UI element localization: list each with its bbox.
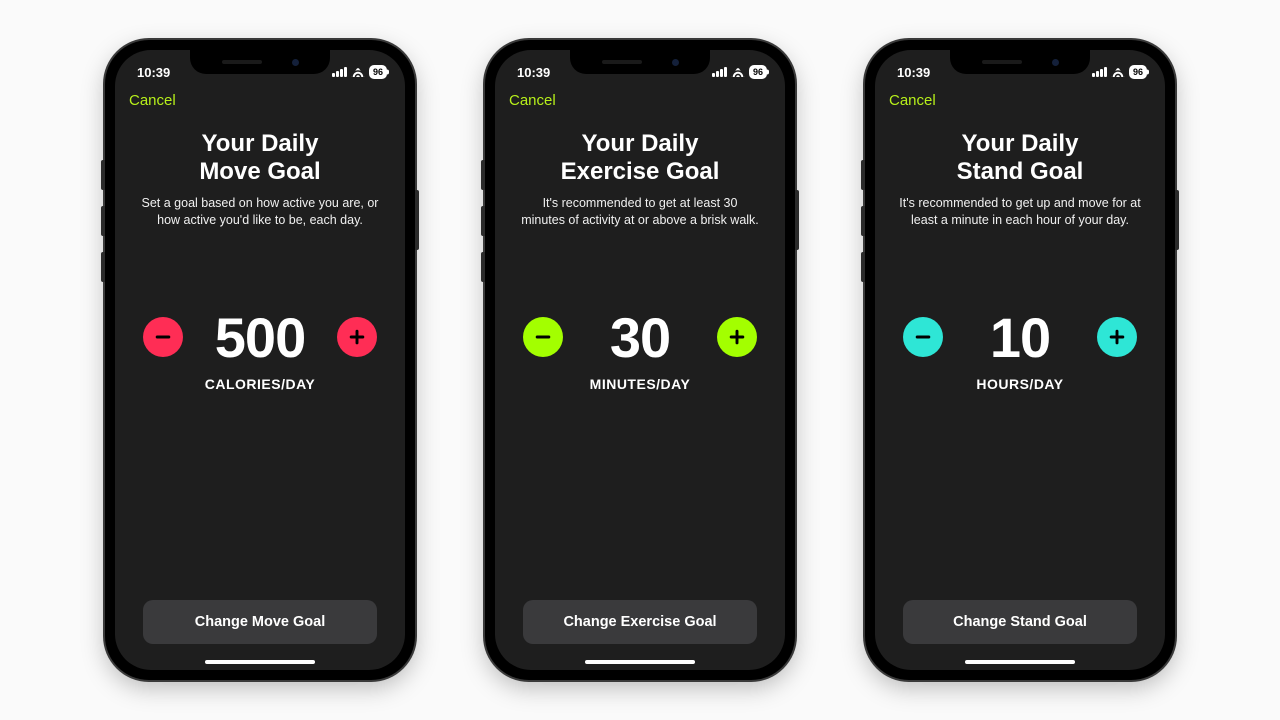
home-indicator[interactable]: [965, 660, 1075, 664]
increment-button[interactable]: [337, 317, 377, 357]
plus-icon: [347, 327, 367, 347]
decrement-button[interactable]: [523, 317, 563, 357]
notch: [950, 50, 1090, 74]
plus-icon: [727, 327, 747, 347]
goal-stepper: 30: [513, 305, 767, 370]
increment-button[interactable]: [717, 317, 757, 357]
decrement-button[interactable]: [143, 317, 183, 357]
wifi-icon: [731, 67, 745, 77]
home-indicator[interactable]: [205, 660, 315, 664]
screen: 10:39 96 Cancel Your Daily Stand Goal It…: [875, 50, 1165, 670]
phone-mockup: 10:39 96 Cancel Your Daily Stand Goal It…: [865, 40, 1175, 680]
decrement-button[interactable]: [903, 317, 943, 357]
screen: 10:39 96 Cancel Your Daily Exercise Goal…: [495, 50, 785, 670]
status-time: 10:39: [137, 65, 170, 80]
speaker-grille: [602, 60, 642, 64]
front-camera: [292, 59, 299, 66]
cancel-button[interactable]: Cancel: [129, 92, 176, 109]
content: Your Daily Move Goal Set a goal based on…: [115, 110, 405, 670]
speaker-grille: [982, 60, 1022, 64]
cancel-button[interactable]: Cancel: [509, 92, 556, 109]
wifi-icon: [1111, 67, 1125, 77]
status-time: 10:39: [897, 65, 930, 80]
cellular-icon: [332, 67, 347, 77]
battery-icon: 96: [369, 65, 387, 79]
cancel-button[interactable]: Cancel: [889, 92, 936, 109]
speaker-grille: [222, 60, 262, 64]
goal-unit: HOURS/DAY: [893, 376, 1147, 392]
minus-icon: [153, 327, 173, 347]
minus-icon: [913, 327, 933, 347]
screen: 10:39 96 Cancel Your Daily Move Goal Set…: [115, 50, 405, 670]
front-camera: [1052, 59, 1059, 66]
minus-icon: [533, 327, 553, 347]
goal-stepper: 10: [893, 305, 1147, 370]
notch: [570, 50, 710, 74]
goal-stepper: 500: [133, 305, 387, 370]
change-goal-button[interactable]: Change Exercise Goal: [523, 600, 757, 644]
status-right: 96: [332, 65, 387, 79]
notch: [190, 50, 330, 74]
goal-unit: MINUTES/DAY: [513, 376, 767, 392]
phone-mockup: 10:39 96 Cancel Your Daily Move Goal Set…: [105, 40, 415, 680]
page-title: Your Daily Move Goal: [133, 130, 387, 185]
page-subtitle: Set a goal based on how active you are, …: [133, 195, 387, 229]
goal-value: 500: [205, 305, 315, 370]
goal-value: 30: [585, 305, 695, 370]
page-subtitle: It's recommended to get at least 30 minu…: [513, 195, 767, 229]
battery-icon: 96: [1129, 65, 1147, 79]
content: Your Daily Exercise Goal It's recommende…: [495, 110, 785, 670]
phone-mockup: 10:39 96 Cancel Your Daily Exercise Goal…: [485, 40, 795, 680]
page-title: Your Daily Exercise Goal: [513, 130, 767, 185]
nav-bar: Cancel: [115, 90, 405, 110]
status-right: 96: [1092, 65, 1147, 79]
increment-button[interactable]: [1097, 317, 1137, 357]
cellular-icon: [1092, 67, 1107, 77]
front-camera: [672, 59, 679, 66]
status-time: 10:39: [517, 65, 550, 80]
change-goal-button[interactable]: Change Stand Goal: [903, 600, 1137, 644]
status-right: 96: [712, 65, 767, 79]
battery-icon: 96: [749, 65, 767, 79]
page-title: Your Daily Stand Goal: [893, 130, 1147, 185]
goal-unit: CALORIES/DAY: [133, 376, 387, 392]
nav-bar: Cancel: [875, 90, 1165, 110]
plus-icon: [1107, 327, 1127, 347]
change-goal-button[interactable]: Change Move Goal: [143, 600, 377, 644]
cellular-icon: [712, 67, 727, 77]
home-indicator[interactable]: [585, 660, 695, 664]
nav-bar: Cancel: [495, 90, 785, 110]
page-subtitle: It's recommended to get up and move for …: [893, 195, 1147, 229]
goal-value: 10: [965, 305, 1075, 370]
wifi-icon: [351, 67, 365, 77]
content: Your Daily Stand Goal It's recommended t…: [875, 110, 1165, 670]
